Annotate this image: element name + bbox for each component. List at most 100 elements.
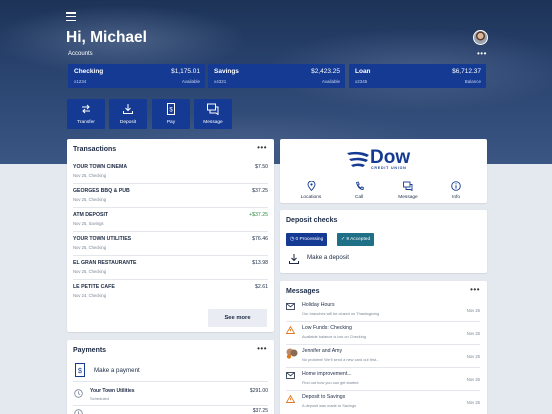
- message-title: Deposit to Savings: [302, 394, 346, 400]
- clock-icon: [74, 409, 83, 414]
- accepted-label: 9 Accepted: [346, 237, 371, 242]
- transfer-label: Transfer: [77, 120, 95, 125]
- pay-label: Pay: [166, 120, 176, 125]
- svg-text:$: $: [78, 368, 82, 375]
- message-preview: No problem! We'll send a new card out fi…: [302, 357, 380, 362]
- account-amount: $1,175.01: [171, 68, 200, 75]
- message-row[interactable]: Low Funds: Checking Available balance is…: [286, 322, 480, 345]
- messages-more-icon[interactable]: •••: [470, 285, 480, 294]
- chat-icon: [403, 181, 413, 191]
- message-preview: Available balance is low on Checking: [302, 334, 366, 339]
- account-amount: $2,423.25: [311, 68, 340, 75]
- message-row[interactable]: Holiday Hours Our branches will be close…: [286, 299, 480, 322]
- account-savings[interactable]: Savings x4321 $2,423.25 Available: [208, 64, 345, 88]
- message-icon: [207, 103, 219, 115]
- transactions-card: Transactions ••• YOUR TOWN CINEMA Nov 25…: [67, 139, 274, 332]
- message-label: Message: [203, 120, 223, 125]
- payment-status: Scheduled: [90, 396, 109, 401]
- message-row[interactable]: Home improvement... Find out how you can…: [286, 368, 480, 391]
- transaction-row[interactable]: LE PETITE CAFE Nov 24, Checking $2.61: [73, 280, 268, 304]
- transaction-name: YOUR TOWN UTILITIES: [73, 236, 132, 242]
- transaction-row[interactable]: GEORGES BBQ & PUB Nov 25, Checking $37.2…: [73, 184, 268, 208]
- message-date: Nov 25: [466, 331, 480, 336]
- transaction-name: GEORGES BBQ & PUB: [73, 188, 130, 194]
- message-preview: Our branches will be closed on Thanksgiv…: [302, 311, 380, 316]
- account-loan[interactable]: Loan x2345 $6,712.37 Balance: [349, 64, 486, 88]
- profile-avatar[interactable]: [473, 30, 488, 45]
- deposit-icon: [289, 254, 299, 264]
- payment-row[interactable]: Your Town Utilities Scheduled $291.00: [73, 386, 268, 406]
- transaction-name: YOUR TOWN CINEMA: [73, 164, 128, 170]
- info-link[interactable]: Info: [438, 181, 474, 200]
- account-number: x4321: [214, 79, 227, 84]
- message-date: Nov 25: [466, 354, 480, 359]
- transactions-more-icon[interactable]: •••: [257, 143, 267, 152]
- message-row[interactable]: Jennifer and Amy No problem! We'll send …: [286, 345, 480, 368]
- bank-logo: Dow CREDIT UNION: [346, 147, 426, 172]
- call-link[interactable]: Call: [341, 181, 377, 200]
- transaction-row[interactable]: ATM DEPOSIT Nov 25, Savings +$37.25: [73, 208, 268, 232]
- message-date: Nov 25: [466, 308, 480, 313]
- warning-icon: [286, 395, 295, 403]
- envelope-icon: [286, 303, 295, 310]
- svg-text:$: $: [169, 108, 173, 114]
- message-row[interactable]: Deposit to Savings A deposit was made to…: [286, 391, 480, 414]
- transfer-icon: [82, 104, 90, 114]
- account-amount: $6,712.37: [452, 68, 481, 75]
- transaction-amount: $2.61: [255, 284, 268, 290]
- transaction-row[interactable]: YOUR TOWN UTILITIES Nov 25, Checking $76…: [73, 232, 268, 256]
- payment-name: Your Town Utilities: [90, 388, 135, 394]
- transaction-name: LE PETITE CAFE: [73, 284, 115, 290]
- message-title: Holiday Hours: [302, 302, 335, 308]
- transfer-button[interactable]: Transfer: [67, 99, 105, 129]
- payments-more-icon[interactable]: •••: [257, 344, 267, 353]
- transaction-detail: Nov 25, Savings: [73, 221, 104, 226]
- accounts-more-icon[interactable]: •••: [477, 49, 487, 58]
- deposit-checks-card: Deposit checks ◷ 0 Processing ✓ 9 Accept…: [280, 210, 487, 273]
- deposit-icon: [123, 104, 133, 114]
- message-title: Low Funds: Checking: [302, 325, 352, 331]
- processing-chip[interactable]: ◷ 0 Processing: [286, 233, 328, 246]
- clock-icon: ◷: [290, 237, 295, 242]
- message-link[interactable]: Message: [390, 181, 426, 200]
- menu-icon[interactable]: [66, 12, 76, 22]
- account-checking[interactable]: Checking x1234 $1,175.01 Available: [68, 64, 205, 88]
- call-label: Call: [354, 195, 364, 200]
- info-label: Info: [451, 195, 460, 200]
- messages-card: Messages ••• Holiday Hours Our branches …: [280, 281, 487, 414]
- locations-link[interactable]: Locations: [293, 181, 329, 200]
- deposit-button[interactable]: Deposit: [109, 99, 147, 129]
- payment-amount: $291.00: [249, 388, 268, 394]
- account-amount-kind: Available: [321, 79, 340, 84]
- accepted-chip[interactable]: ✓ 9 Accepted: [337, 233, 375, 246]
- deposit-label: Deposit: [119, 120, 137, 125]
- info-icon: [451, 181, 461, 191]
- message-preview: Find out how you can get started: [302, 380, 359, 385]
- account-name: Loan: [355, 68, 371, 75]
- make-payment-button[interactable]: $ Make a payment: [73, 362, 268, 382]
- processing-label: 0 Processing: [295, 237, 324, 242]
- account-amount-kind: Available: [181, 79, 200, 84]
- messages-title: Messages: [286, 288, 320, 295]
- make-payment-label: Make a payment: [94, 367, 140, 374]
- message-preview: A deposit was made to Savings: [302, 403, 357, 408]
- make-deposit-label: Make a deposit: [307, 254, 349, 261]
- message-title: Jennifer and Amy: [302, 348, 343, 354]
- see-more-button[interactable]: See more: [208, 309, 267, 327]
- bank-logo-icon: [347, 151, 369, 167]
- deposit-checks-title: Deposit checks: [286, 217, 338, 224]
- message-date: Nov 25: [466, 377, 480, 382]
- transaction-detail: Nov 24, Checking: [73, 293, 107, 298]
- payments-title: Payments: [73, 347, 107, 354]
- transaction-row[interactable]: YOUR TOWN CINEMA Nov 25, Checking $7.50: [73, 160, 268, 184]
- transaction-row[interactable]: EL GRAN RESTAURANTE Nov 25, Checking $13…: [73, 256, 268, 280]
- transaction-amount: $76.46: [252, 236, 268, 242]
- accounts-label: Accounts: [68, 51, 93, 57]
- message-date: Nov 25: [466, 400, 480, 405]
- transactions-title: Transactions: [73, 146, 117, 153]
- check-icon: ✓: [341, 237, 346, 242]
- message-button[interactable]: Message: [194, 99, 232, 129]
- payment-row[interactable]: $37.25: [73, 406, 268, 414]
- pay-button[interactable]: $ Pay: [152, 99, 190, 129]
- transaction-amount: +$37.25: [249, 212, 268, 218]
